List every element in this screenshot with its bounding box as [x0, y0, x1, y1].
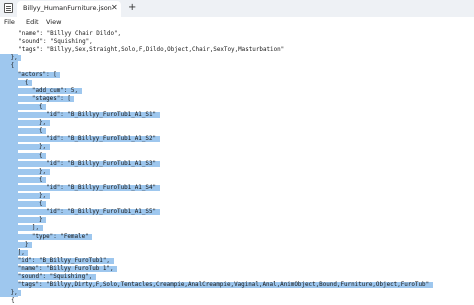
- menu-view[interactable]: View: [46, 18, 61, 26]
- editor-line: }: [0, 216, 47, 224]
- line-text: ],: [0, 225, 43, 232]
- line-text: "actors": [: [0, 71, 61, 78]
- line-text: {: [0, 152, 47, 159]
- line-text: }: [0, 217, 47, 224]
- line-text: },: [0, 290, 22, 297]
- editor-line: ],: [0, 249, 29, 257]
- editor-line: "tags": "Billyy,Sex,Straight,Solo,F,Dild…: [18, 46, 284, 54]
- line-text: {: [0, 128, 47, 135]
- editor-line: {: [0, 62, 18, 70]
- line-text: ],: [0, 249, 29, 256]
- editor-line: }: [0, 241, 32, 249]
- line-text: "stages": [: [0, 95, 75, 102]
- line-text: {: [0, 201, 47, 208]
- editor-line: "id": "B_Billyy_FuroTub1",: [0, 257, 114, 265]
- editor-line: "id": "B_Billyy_FuroTub1_A1_S1": [0, 111, 160, 119]
- menu-bar: File Edit View: [0, 17, 474, 29]
- editor-line: {: [0, 200, 47, 208]
- line-text: {: [0, 176, 47, 183]
- line-text: {: [0, 103, 47, 110]
- editor-line: },: [0, 119, 50, 127]
- editor-line: {: [0, 103, 47, 111]
- editor-line: },: [0, 168, 50, 176]
- line-text: },: [0, 168, 50, 175]
- line-text: {: [11, 298, 15, 305]
- editor-line: {: [11, 297, 15, 305]
- tab-billyy-humanfurniture[interactable]: Billyy_HumanFurniture.json ✕: [17, 1, 121, 17]
- line-text: },: [0, 55, 22, 62]
- line-text: {: [0, 79, 32, 86]
- line-text: "tags": "Billyy,Sex,Straight,Solo,F,Dild…: [18, 47, 285, 54]
- tab-title: Billyy_HumanFurniture.json: [23, 4, 112, 12]
- line-text: "name": "Billyy FuroTub 1",: [0, 265, 118, 272]
- editor-line: },: [0, 143, 50, 151]
- editor-line: "sound": "Squishing",: [0, 273, 96, 281]
- menu-edit[interactable]: Edit: [26, 18, 39, 26]
- notepad-icon: [4, 3, 13, 13]
- editor-line: "name": "Billyy FuroTub 1",: [0, 265, 118, 273]
- editor-line: "id": "B_Billyy_FuroTub1_A1_S3": [0, 160, 160, 168]
- editor-line: "id": "B_Billyy_FuroTub1_A1_S2": [0, 135, 160, 143]
- line-text: "tags": "Billyy,Dirty,F,Solo,Tentacles,C…: [0, 282, 433, 289]
- editor-line: {: [0, 79, 32, 87]
- line-text: "sound": "Squishing",: [18, 39, 93, 46]
- line-text: "id": "B_Billyy_FuroTub1_A1_S3": [0, 160, 160, 167]
- editor-line: {: [0, 176, 47, 184]
- line-text: "id": "B_Billyy_FuroTub1",: [0, 257, 114, 264]
- editor-line: "sound": "Squishing",: [18, 38, 92, 46]
- editor-line: "id": "B_Billyy_FuroTub1_A1_S4": [0, 184, 160, 192]
- line-text: },: [0, 120, 50, 127]
- editor-line: {: [0, 127, 47, 135]
- new-tab-button[interactable]: +: [128, 2, 136, 14]
- line-text: "type": "Female": [0, 233, 93, 240]
- tab-bar: Billyy_HumanFurniture.json ✕ +: [0, 0, 474, 17]
- editor-line: ],: [0, 224, 43, 232]
- close-icon[interactable]: ✕: [111, 3, 118, 13]
- editor-line: "stages": [: [0, 95, 75, 103]
- line-text: "id": "B_Billyy_FuroTub1_A1_S5": [0, 209, 160, 216]
- editor-line: },: [0, 289, 22, 297]
- line-text: "id": "B_Billyy_FuroTub1_A1_S2": [0, 136, 160, 143]
- text-editor[interactable]: "name": "Billyy Chair Dildo", "sound": "S…: [0, 29, 474, 305]
- line-text: },: [0, 193, 50, 199]
- editor-line: "actors": [: [0, 71, 61, 79]
- line-text: "id": "B_Billyy_FuroTub1_A1_S4": [0, 184, 160, 191]
- editor-line: "add_cum": 5,: [0, 87, 82, 95]
- line-text: },: [0, 144, 50, 151]
- line-text: "id": "B_Billyy_FuroTub1_A1_S1": [0, 112, 160, 118]
- editor-line: "name": "Billyy Chair Dildo",: [18, 30, 121, 38]
- editor-line: "tags": "Billyy,Dirty,F,Solo,Tentacles,C…: [0, 281, 433, 289]
- line-text: }: [0, 241, 32, 248]
- line-text: "name": "Billyy Chair Dildo",: [18, 31, 122, 37]
- line-text: "add_cum": 5,: [0, 87, 82, 94]
- line-text: {: [0, 63, 18, 70]
- menu-file[interactable]: File: [4, 18, 15, 26]
- editor-line: },: [0, 54, 22, 62]
- editor-line: },: [0, 192, 50, 200]
- editor-line: {: [0, 152, 47, 160]
- editor-line: "type": "Female": [0, 233, 93, 241]
- line-text: "sound": "Squishing",: [0, 274, 96, 280]
- editor-line: "id": "B_Billyy_FuroTub1_A1_S5": [0, 208, 160, 216]
